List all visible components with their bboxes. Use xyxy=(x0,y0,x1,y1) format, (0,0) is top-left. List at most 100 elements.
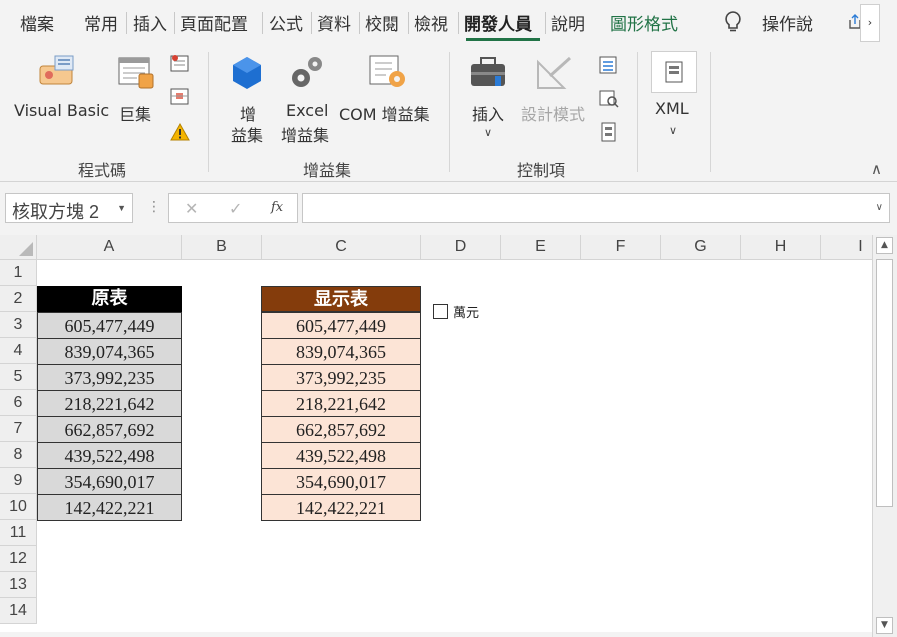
macros-button[interactable]: 巨集 xyxy=(119,101,151,125)
com-addins-button[interactable]: COM 增益集 xyxy=(339,101,430,125)
insert-function-button[interactable]: fx xyxy=(271,200,283,215)
row-header[interactable]: 9 xyxy=(0,468,37,494)
run-dialog-icon[interactable] xyxy=(599,122,617,146)
tab-separator xyxy=(408,12,409,34)
name-box[interactable]: 核取方塊 2 ▼ xyxy=(5,193,133,223)
column-header-a[interactable]: A xyxy=(37,235,182,260)
macro-security-icon[interactable] xyxy=(170,122,190,146)
checkbox-label[interactable]: 萬元 xyxy=(453,302,479,321)
tab-formulas[interactable]: 公式 xyxy=(269,10,303,35)
tab-shape-format[interactable]: 圖形格式 xyxy=(610,10,678,35)
row-header[interactable]: 12 xyxy=(0,546,37,572)
xml-icon xyxy=(664,61,684,87)
column-header-h[interactable]: H xyxy=(741,235,821,260)
design-mode-button[interactable]: 設計模式 xyxy=(521,101,585,125)
tab-developer[interactable]: 開發人員 xyxy=(464,10,532,35)
row-header[interactable]: 6 xyxy=(0,390,37,416)
tab-file[interactable]: 檔案 xyxy=(20,10,54,35)
visual-basic-button[interactable]: Visual Basic xyxy=(14,101,109,120)
tab-insert[interactable]: 插入 xyxy=(133,10,167,35)
com-addins-icon xyxy=(368,54,410,94)
tab-separator xyxy=(174,12,175,34)
lightbulb-icon[interactable] xyxy=(724,11,742,37)
addins-button-line2: 益集 xyxy=(231,126,264,145)
table-c-cell[interactable]: 142,422,221 xyxy=(261,494,421,521)
select-all-triangle-icon xyxy=(19,242,33,256)
tab-data[interactable]: 資料 xyxy=(317,10,351,35)
tab-page-layout[interactable]: 頁面配置 xyxy=(180,10,248,35)
tab-home[interactable]: 常用 xyxy=(84,10,118,35)
table-c-cell[interactable]: 373,992,235 xyxy=(261,364,421,391)
tab-separator xyxy=(359,12,360,34)
properties-icon[interactable] xyxy=(599,56,617,78)
table-c-cell[interactable]: 439,522,498 xyxy=(261,442,421,469)
scroll-up-arrow-icon[interactable]: ▲ xyxy=(876,237,893,254)
table-a-cell[interactable]: 439,522,498 xyxy=(37,442,182,469)
row-header[interactable]: 5 xyxy=(0,364,37,390)
row-header[interactable]: 4 xyxy=(0,338,37,364)
row-header[interactable]: 1 xyxy=(0,260,37,286)
scroll-down-arrow-icon[interactable]: ▼ xyxy=(876,617,893,634)
group-separator xyxy=(637,52,638,172)
collapse-ribbon-chevron-icon[interactable]: ∧ xyxy=(871,160,882,178)
insert-control-button[interactable]: 插入 xyxy=(472,101,504,125)
table-c-cell[interactable]: 218,221,642 xyxy=(261,390,421,417)
row-header[interactable]: 8 xyxy=(0,442,37,468)
tell-me-search[interactable]: 操作說 xyxy=(762,10,813,35)
column-header-i[interactable]: I xyxy=(821,235,872,260)
table-c-cell[interactable]: 662,857,692 xyxy=(261,416,421,443)
original-table-header[interactable]: 原表 xyxy=(37,286,182,312)
formula-bar-splitter-icon[interactable]: ⋮ xyxy=(147,199,161,215)
column-header-b[interactable]: B xyxy=(182,235,262,260)
table-a-cell[interactable]: 142,422,221 xyxy=(37,494,182,521)
tab-review[interactable]: 校閱 xyxy=(365,10,399,35)
table-a-cell[interactable]: 373,992,235 xyxy=(37,364,182,391)
table-a-cell[interactable]: 662,857,692 xyxy=(37,416,182,443)
ribbon: Visual Basic 巨集 程式碼 增 益集 Excel 增益集 COM 增… xyxy=(0,44,897,182)
enter-icon[interactable]: ✓ xyxy=(229,199,242,218)
tab-separator xyxy=(262,12,263,34)
table-a-cell[interactable]: 354,690,017 xyxy=(37,468,182,495)
row-header[interactable]: 13 xyxy=(0,572,37,598)
macros-icon xyxy=(117,56,157,94)
expand-formula-bar-icon[interactable]: ∨ xyxy=(876,202,883,213)
column-header-g[interactable]: G xyxy=(661,235,741,260)
code-group-label: 程式碼 xyxy=(78,161,127,180)
chevron-down-icon: ∨ xyxy=(669,124,678,137)
wan-yuan-checkbox[interactable] xyxy=(433,304,448,319)
table-c-cell[interactable]: 605,477,449 xyxy=(261,312,421,339)
row-header[interactable]: 10 xyxy=(0,494,37,520)
table-c-cell[interactable]: 354,690,017 xyxy=(261,468,421,495)
ribbon-scroll-right-button[interactable]: › xyxy=(860,4,880,42)
tab-view[interactable]: 檢視 xyxy=(414,10,448,35)
xml-button[interactable]: XML xyxy=(655,99,689,118)
table-a-cell[interactable]: 839,074,365 xyxy=(37,338,182,365)
scrollbar-thumb[interactable] xyxy=(876,259,893,507)
cancel-icon[interactable]: ✕ xyxy=(185,199,198,218)
chevron-down-icon: ∨ xyxy=(484,126,493,139)
row-header[interactable]: 11 xyxy=(0,520,37,546)
column-header-d[interactable]: D xyxy=(421,235,501,260)
tab-help[interactable]: 說明 xyxy=(551,10,585,35)
worksheet-grid: A B C D E F G H I 1 2 3 4 5 6 7 8 9 10 1… xyxy=(0,235,872,637)
row-header[interactable]: 3 xyxy=(0,312,37,338)
table-a-cell[interactable]: 218,221,642 xyxy=(37,390,182,417)
column-header-f[interactable]: F xyxy=(581,235,661,260)
record-macro-icon[interactable] xyxy=(170,54,190,78)
table-c-cell[interactable]: 839,074,365 xyxy=(261,338,421,365)
row-header[interactable]: 7 xyxy=(0,416,37,442)
row-header[interactable]: 14 xyxy=(0,598,37,624)
select-all-button[interactable] xyxy=(0,235,37,260)
view-code-icon[interactable] xyxy=(599,90,619,112)
table-a-cell[interactable]: 605,477,449 xyxy=(37,312,182,339)
excel-addins-button[interactable]: Excel xyxy=(286,101,328,120)
vertical-scrollbar[interactable]: ▲ ▼ xyxy=(872,235,897,637)
column-header-e[interactable]: E xyxy=(501,235,581,260)
tab-separator xyxy=(458,12,459,34)
chevron-down-icon[interactable]: ▼ xyxy=(117,203,126,213)
display-table-header[interactable]: 显示表 xyxy=(261,286,421,312)
relative-reference-icon[interactable] xyxy=(170,87,190,111)
column-header-c[interactable]: C xyxy=(262,235,421,260)
formula-input[interactable]: ∨ xyxy=(302,193,890,223)
row-header[interactable]: 2 xyxy=(0,286,37,312)
